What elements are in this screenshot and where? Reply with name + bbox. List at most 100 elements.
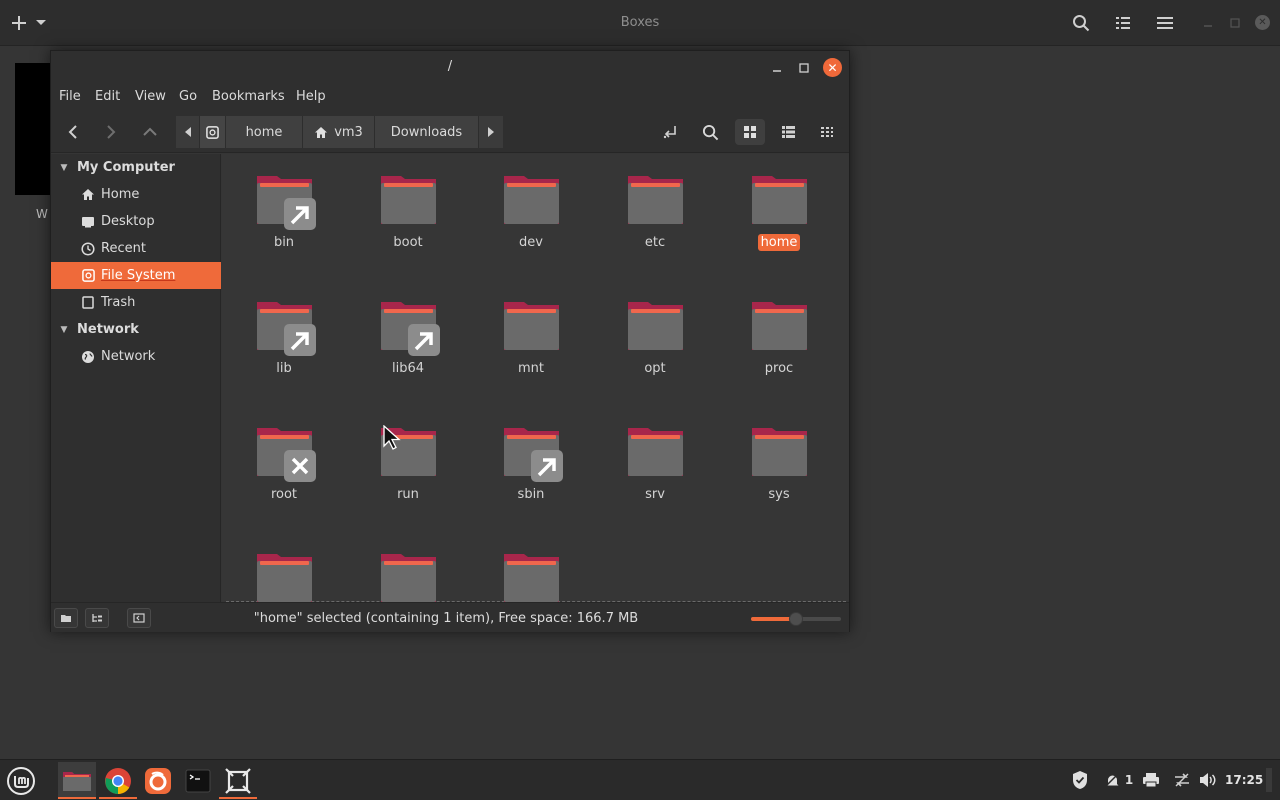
folder-item[interactable]	[363, 532, 453, 602]
folder-label: bin	[239, 235, 329, 250]
back-icon[interactable]	[59, 119, 87, 145]
mint-menu-icon[interactable]	[2, 762, 40, 799]
maximize-icon[interactable]	[1224, 12, 1246, 34]
folder-label: lib	[239, 361, 329, 376]
folder-item[interactable]: run	[363, 406, 453, 506]
shield-icon[interactable]	[1069, 770, 1091, 790]
breadcrumb-right-arrow-icon[interactable]	[479, 116, 503, 148]
sidebar-item-recent[interactable]: Recent	[51, 235, 221, 262]
folder-item[interactable]: root	[239, 406, 329, 506]
folder-item[interactable]: proc	[734, 280, 824, 380]
symlink-emblem-icon	[284, 198, 316, 230]
folder-label: opt	[610, 361, 700, 376]
folder-label: srv	[610, 487, 700, 502]
sidebar-section-title: My Computer	[77, 160, 175, 175]
breadcrumb-downloads[interactable]: Downloads	[375, 116, 479, 148]
hamburger-menu-icon[interactable]	[1154, 12, 1176, 34]
list-view-icon[interactable]	[1112, 12, 1134, 34]
network-status-icon[interactable]	[1171, 770, 1193, 790]
vm-thumbnail[interactable]	[15, 63, 51, 195]
show-treeview-icon[interactable]	[85, 608, 109, 628]
folder-item[interactable]: sys	[734, 406, 824, 506]
window-titlebar[interactable]: / ✕	[51, 51, 849, 83]
terminal-icon	[185, 769, 211, 792]
breadcrumb-vm3[interactable]: vm3	[303, 116, 375, 148]
menu-view[interactable]: View	[135, 89, 166, 104]
folder-item[interactable]	[486, 532, 576, 602]
folder-icon	[627, 426, 683, 476]
sidebar-section-network[interactable]: ▼ Network	[51, 316, 221, 343]
folder-icon	[503, 174, 559, 224]
taskbar-files[interactable]	[58, 762, 96, 799]
folder-item[interactable]: opt	[610, 280, 700, 380]
window-minimize-icon[interactable]	[768, 59, 786, 77]
desktop-icon	[80, 216, 96, 228]
folder-icon	[503, 300, 559, 350]
folder-item[interactable]	[239, 532, 329, 602]
printer-icon[interactable]	[1140, 770, 1162, 790]
folder-label: sys	[734, 487, 824, 502]
notifications-icon[interactable]	[1104, 770, 1120, 790]
sidebar-item-label: Desktop	[101, 214, 155, 229]
forward-icon[interactable]	[97, 119, 125, 145]
sidebar-item-file-system[interactable]: File System	[51, 262, 221, 289]
folder-label: proc	[734, 361, 824, 376]
folder-label: sbin	[486, 487, 576, 502]
taskbar-firefox[interactable]	[139, 762, 177, 799]
breadcrumb-root-drive-icon[interactable]	[200, 116, 226, 148]
folder-item[interactable]: sbin	[486, 406, 576, 506]
folder-item[interactable]: etc	[610, 154, 700, 254]
zoom-slider-handle[interactable]	[789, 612, 803, 626]
window-maximize-icon[interactable]	[795, 59, 813, 77]
folder-item[interactable]: bin	[239, 154, 329, 254]
volume-icon[interactable]	[1197, 770, 1219, 790]
sidebar-item-trash[interactable]: Trash	[51, 289, 221, 316]
list-view-toggle-icon[interactable]	[774, 119, 802, 145]
sidebar-item-label: File System	[101, 268, 176, 283]
sidebar-item-label: Home	[101, 187, 140, 202]
sidebar-section-my-computer[interactable]: ▼ My Computer	[51, 154, 221, 181]
sidebar-item-network[interactable]: Network	[51, 343, 221, 370]
breadcrumb-left-arrow-icon[interactable]	[176, 116, 200, 148]
breadcrumb-home[interactable]: home	[226, 116, 303, 148]
folder-item[interactable]: home	[734, 154, 824, 254]
folder-item[interactable]: mnt	[486, 280, 576, 380]
up-icon[interactable]	[136, 119, 164, 145]
folder-name: srv	[645, 487, 665, 502]
hide-sidebar-icon[interactable]	[127, 608, 151, 628]
folder-item[interactable]: lib64	[363, 280, 453, 380]
minimize-icon[interactable]	[1197, 12, 1219, 34]
menu-help[interactable]: Help	[296, 89, 326, 104]
menu-file[interactable]: File	[59, 89, 81, 104]
show-places-icon[interactable]	[54, 608, 78, 628]
trash-icon	[80, 296, 96, 309]
expand-triangle-icon: ▼	[60, 162, 68, 173]
icon-view-icon[interactable]	[735, 119, 765, 145]
taskbar-boxes[interactable]	[219, 762, 257, 799]
show-desktop-button[interactable]	[1266, 768, 1272, 792]
menu-bookmarks[interactable]: Bookmarks	[212, 89, 285, 104]
taskbar-terminal[interactable]	[179, 762, 217, 799]
file-grid[interactable]: bin boot dev etc home lib lib64 mnt opt proc root r…	[222, 154, 849, 602]
location-toggle-icon[interactable]	[657, 119, 685, 145]
search-files-icon[interactable]	[696, 119, 724, 145]
search-icon[interactable]	[1070, 12, 1092, 34]
menu-edit[interactable]: Edit	[95, 89, 120, 104]
menu-go[interactable]: Go	[179, 89, 197, 104]
folder-item[interactable]: lib	[239, 280, 329, 380]
zoom-slider[interactable]	[751, 612, 841, 626]
symlink-emblem-icon	[531, 450, 563, 482]
sidebar-item-home[interactable]: Home	[51, 181, 221, 208]
close-icon[interactable]: ✕	[1255, 15, 1270, 30]
symlink-emblem-icon	[408, 324, 440, 356]
taskbar-chrome[interactable]	[99, 762, 137, 799]
recent-icon	[80, 241, 96, 256]
folder-icon	[751, 300, 807, 350]
compact-view-icon[interactable]	[813, 119, 841, 145]
folder-label: run	[363, 487, 453, 502]
folder-item[interactable]: dev	[486, 154, 576, 254]
folder-item[interactable]: srv	[610, 406, 700, 506]
folder-item[interactable]: boot	[363, 154, 453, 254]
window-close-icon[interactable]: ✕	[823, 58, 842, 77]
sidebar-item-desktop[interactable]: Desktop	[51, 208, 221, 235]
